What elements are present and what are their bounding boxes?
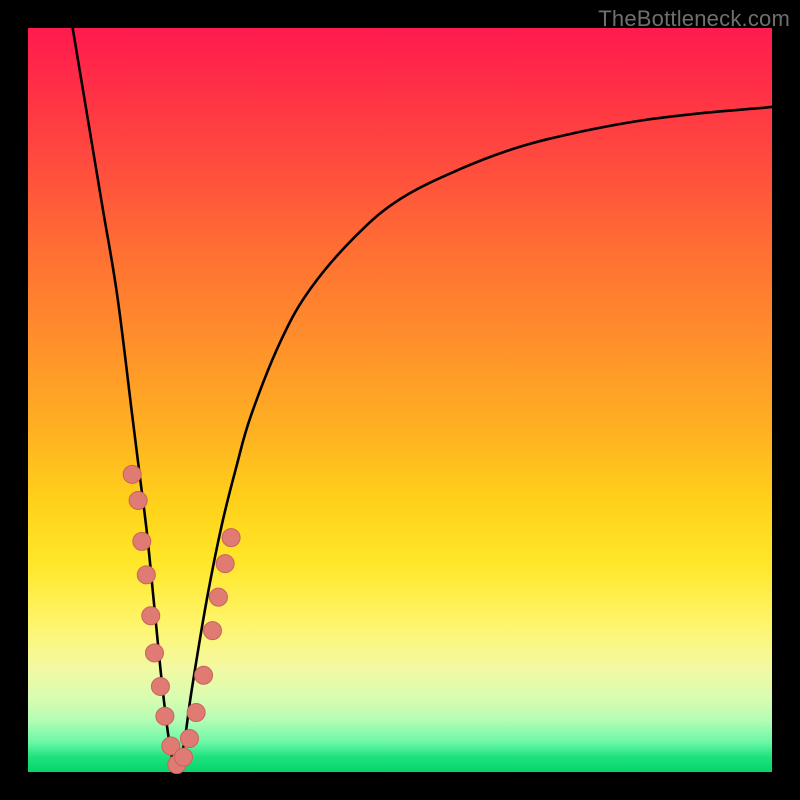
data-marker — [145, 644, 163, 662]
data-marker — [137, 566, 155, 584]
plot-area — [28, 28, 772, 772]
data-markers — [123, 465, 240, 773]
data-marker — [216, 555, 234, 573]
bottleneck-curve — [73, 28, 772, 772]
data-marker — [204, 622, 222, 640]
data-marker — [175, 748, 193, 766]
data-marker — [156, 707, 174, 725]
data-marker — [151, 677, 169, 695]
data-marker — [195, 666, 213, 684]
data-marker — [180, 730, 198, 748]
data-marker — [209, 588, 227, 606]
chart-svg — [28, 28, 772, 772]
data-marker — [222, 529, 240, 547]
data-marker — [133, 532, 151, 550]
data-marker — [123, 465, 141, 483]
data-marker — [187, 703, 205, 721]
chart-frame: TheBottleneck.com — [0, 0, 800, 800]
data-marker — [129, 491, 147, 509]
data-marker — [142, 607, 160, 625]
